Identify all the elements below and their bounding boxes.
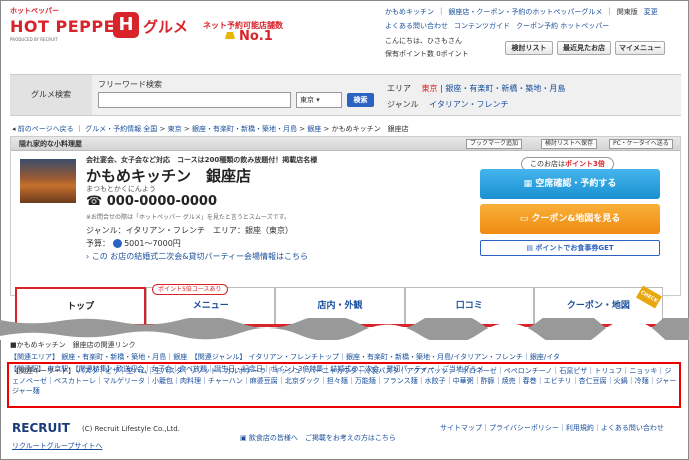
related-area-genre[interactable]: 【関連エリア】 銀座・有楽町・新橋・築地・月島｜銀座 【関連ジャンル】 イタリア… [10, 352, 681, 362]
toplink-change[interactable]: 変更 [644, 7, 658, 17]
h-logo-icon: H [113, 12, 139, 38]
store-kana: まつもとかくにんよう [86, 185, 156, 193]
area-label: エリア [387, 84, 411, 93]
store-panel: 隠れ家的な小料理屋 ブックマーク追加 検討リストへ保存 PC・ケータイへ送る 会… [10, 136, 681, 296]
area-tokyo-link[interactable]: 東京 [422, 84, 438, 93]
greeting: こんにちは、ひさもさん [385, 37, 462, 45]
toplink-region: 関東版 [616, 8, 638, 16]
meal-ticket-label: ポイントでお食事券GET [535, 244, 614, 252]
area-row: エリア 東京 | 銀座・有楽町・新橋・築地・月島 [387, 84, 566, 93]
store-header: 隠れ家的な小料理屋 ブックマーク追加 検討リストへ保存 PC・ケータイへ送る [11, 137, 680, 151]
region-select[interactable]: 東京 ▾ [296, 92, 342, 108]
hotpepper-logo[interactable]: ホットペッパー HOT PEPPER PRODUCED BY RECRUIT H… [10, 6, 200, 50]
store-photo[interactable] [20, 159, 76, 203]
region-value: 東京 [300, 96, 314, 104]
logo-small-text: ホットペッパー [10, 7, 59, 15]
keywords-list[interactable]: パスタ｜ピザ｜生ハム｜生パスタ｜リゾット｜カルボナーラ｜キッシュ｜バーニャカウダ… [12, 367, 676, 395]
shop-icon: ▣ [240, 434, 247, 442]
coupon-map-label: クーポン&地図を見る [531, 214, 621, 224]
meal-ticket-button[interactable]: ▤ ポイントでお食事券GET [480, 240, 660, 256]
crumb-current: かもめキッチン 銀座店 [331, 125, 409, 133]
crumb-ginza[interactable]: 銀座 [307, 125, 321, 133]
tab-coupon-map-label: クーポン・地図 [566, 301, 630, 311]
store-name: かもめキッチン 銀座店 [86, 167, 252, 185]
check-badge: CHECK [635, 285, 663, 309]
genre-row: ジャンル イタリアン・フレンチ [387, 99, 509, 110]
coupon-icon: ▭ [519, 214, 529, 224]
promo-no1: ネット予約可能店舗数 No.1 [203, 20, 303, 44]
wedding-link-text: この お店の結婚式二次会&貸切パーティー会場情報はこちら [91, 252, 309, 261]
recruit-logo[interactable]: RECRUIT [12, 421, 70, 435]
toplink-desc[interactable]: 銀座店・クーポン・予約のホットペッパーグルメ [448, 7, 602, 17]
store-genre: ジャンル：イタリアン・フレンチ エリア：銀座（東京） [86, 226, 293, 235]
related-keywords: 【関連キーワード】 パスタ｜ピザ｜生ハム｜生パスタ｜リゾット｜カルボナーラ｜キッ… [12, 366, 677, 396]
point-note-red: ポイント3倍 [565, 160, 605, 168]
related-title: ■かもめキッチン 銀座店の関連リンク [10, 341, 136, 349]
breadcrumb: ◂ 前のページへ戻る ｜ グルメ・予約情報 全国 > 東京 > 銀座・有楽町・新… [12, 125, 409, 133]
reserve-button-label: 空席確認・予約する [535, 179, 617, 189]
points: 保有ポイント数 0ポイント [385, 50, 469, 58]
search-button[interactable]: 検索 [347, 93, 374, 107]
store-tagline: 会社宴会、女子会など対応 コースは200種類の飲み放題付！掲載店名様 [86, 156, 318, 164]
reserve-button[interactable]: ▦ 空席確認・予約する [480, 169, 660, 199]
crumb-national[interactable]: グルメ・予約情報 全国 [85, 125, 157, 133]
store-tel-number: 000-0000-0000 [106, 194, 218, 209]
footer: RECRUIT (C) Recruit Lifestyle Co.,Ltd. リ… [10, 415, 681, 455]
search-bar: グルメ検索 フリーワード検索 東京 ▾ 検索 エリア 東京 | 銀座・有楽町・新… [10, 74, 681, 116]
recruit-group-link[interactable]: リクルートグループサイトへ [12, 441, 102, 451]
freeword-label: フリーワード検索 [98, 80, 162, 89]
genre-link[interactable]: イタリアン・フレンチ [429, 100, 508, 109]
freeword-input[interactable] [98, 92, 291, 108]
copyright: (C) Recruit Lifestyle Co.,Ltd. [82, 425, 180, 433]
logo-sub-text: PRODUCED BY RECRUIT [10, 37, 58, 42]
calendar-icon: ▦ [523, 179, 533, 189]
back-link[interactable]: 前のページへ戻る [18, 125, 74, 133]
wedding-link[interactable]: › この お店の結婚式二次会&貸切パーティー会場情報はこちら [86, 251, 308, 262]
store-catch: 隠れ家的な小料理屋 [19, 140, 82, 148]
footer-links[interactable]: サイトマップ｜プライバシーポリシー｜利用規約｜よくある問い合わせ [440, 423, 664, 433]
store-tel: ☎ 000-0000-0000 [86, 194, 217, 209]
budget-value: 5001〜7000円 [124, 239, 181, 248]
keywords-label: 【関連キーワード】 [12, 367, 75, 375]
top-links: かもめキッチン | 銀座店・クーポン・予約のホットペッパーグルメ | 関東版 変… [385, 7, 658, 31]
coupon-map-button[interactable]: ▭ クーポン&地図を見る [480, 204, 660, 234]
toplink-coupon[interactable]: クーポン予約 ホットペッパー [516, 21, 609, 31]
phone-icon: ☎ [86, 194, 103, 209]
toplink-store[interactable]: かもめキッチン [385, 7, 434, 17]
study-list-button[interactable]: 検討リスト [505, 41, 553, 55]
search-label: グルメ検索 [10, 75, 92, 115]
ticket-icon: ▤ [526, 244, 533, 252]
dinner-icon [112, 239, 122, 248]
crown-icon [225, 32, 235, 39]
budget-label: 予算： [86, 239, 110, 248]
toplink-guide[interactable]: コンテンツガイド [454, 21, 510, 31]
promo-no1-text: No.1 [239, 29, 273, 44]
genre-label: ジャンル [387, 100, 419, 109]
save-list-button[interactable]: 検討リストへ保存 [541, 139, 598, 149]
recent-stores-button[interactable]: 最近見たお店 [557, 41, 611, 55]
course-badge: ポイント5倍コースあり [152, 284, 228, 295]
area-ginza-link[interactable]: 銀座・有楽町・新橋・築地・月島 [445, 84, 565, 93]
send-button[interactable]: PC・ケータイへ送る [609, 139, 673, 149]
bookmark-button[interactable]: ブックマーク追加 [466, 139, 523, 149]
crumb-tokyo[interactable]: 東京 [168, 125, 182, 133]
point-note-pre: このお店は [530, 160, 565, 168]
restaurant-owners-text: 飲食店の皆様へ ご掲載をお考えの方はこちら [248, 434, 396, 442]
torn-edge-divider [0, 318, 689, 340]
tel-note: ※お問合せの際は「ホットペッパー グルメ」を見たと言うとスムーズです。 [86, 214, 291, 221]
logo-gourmet-text: グルメ [143, 18, 189, 36]
my-menu-button[interactable]: マイメニュー [615, 41, 665, 55]
restaurant-owners-link[interactable]: ▣ 飲食店の皆様へ ご掲載をお考えの方はこちら [240, 433, 396, 443]
store-budget: 予算： 5001〜7000円 [86, 238, 181, 249]
toplink-faq[interactable]: よくある問い合わせ [385, 21, 448, 31]
crumb-area[interactable]: 銀座・有楽町・新橋・築地・月島 [192, 125, 297, 133]
